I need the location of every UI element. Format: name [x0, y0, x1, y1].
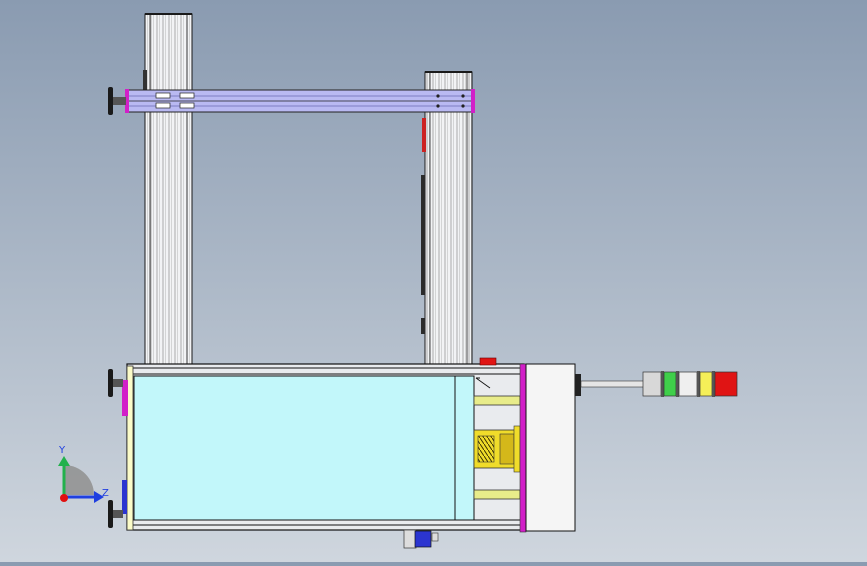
- top-crossbeam[interactable]: [125, 89, 475, 113]
- stack-light-segment-yellow: [699, 371, 713, 397]
- stack-light-separator: [697, 371, 700, 397]
- stack-light-segment-gray: [642, 371, 662, 397]
- cad-model-drawing[interactable]: Y Z: [0, 0, 867, 562]
- stack-light-segment-green: [663, 371, 677, 397]
- right-magenta-plate[interactable]: [519, 363, 527, 533]
- stack-light-separator: [712, 371, 715, 397]
- triad-origin: [60, 494, 68, 502]
- left-upright-extrusion[interactable]: [143, 13, 193, 365]
- stack-light-separator: [676, 371, 679, 397]
- cad-viewport[interactable]: Y Z: [0, 0, 867, 562]
- z-axis-label: Z: [102, 488, 109, 499]
- lead-screw-assembly[interactable]: [473, 425, 521, 473]
- stack-light-segment-red: [714, 371, 738, 397]
- top-red-button[interactable]: [479, 357, 497, 366]
- cyan-tank[interactable]: [133, 375, 475, 521]
- stack-light-separator: [661, 371, 664, 397]
- y-axis-label: Y: [58, 445, 66, 456]
- stack-light-segment-white: [678, 371, 698, 397]
- end-housing[interactable]: [525, 363, 576, 532]
- upper-guide-rod[interactable]: [473, 395, 521, 406]
- right-upright-extrusion[interactable]: [421, 71, 473, 365]
- lower-guide-rod[interactable]: [473, 489, 521, 500]
- left-blue-pad: [122, 480, 127, 514]
